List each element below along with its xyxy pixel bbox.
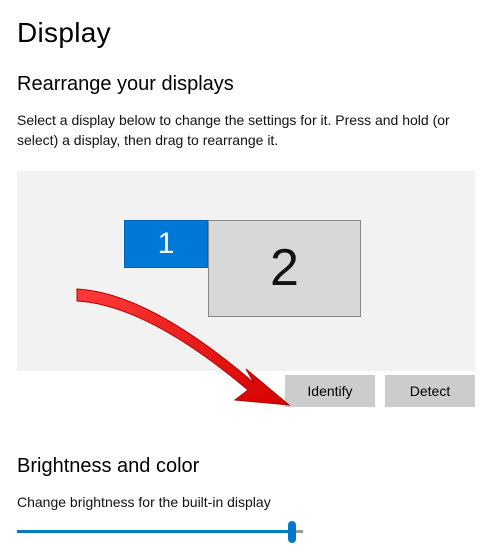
brightness-slider-label: Change brightness for the built-in displ… [0,478,502,510]
brightness-heading: Brightness and color [0,407,502,478]
rearrange-heading: Rearrange your displays [0,49,502,96]
display-arrange-panel[interactable]: 1 2 [17,171,475,371]
display-box-2[interactable]: 2 [208,220,361,317]
detect-button[interactable]: Detect [385,375,475,407]
identify-button[interactable]: Identify [285,375,375,407]
display-actions-row: Identify Detect [17,375,475,407]
rearrange-subtext: Select a display below to change the set… [0,96,502,151]
display-number-1: 1 [158,227,175,261]
display-box-1[interactable]: 1 [124,220,208,268]
slider-track-fill [17,530,292,533]
brightness-slider[interactable] [17,520,303,544]
slider-thumb[interactable] [288,521,296,543]
display-number-2: 2 [270,238,299,298]
page-title: Display [0,0,502,49]
